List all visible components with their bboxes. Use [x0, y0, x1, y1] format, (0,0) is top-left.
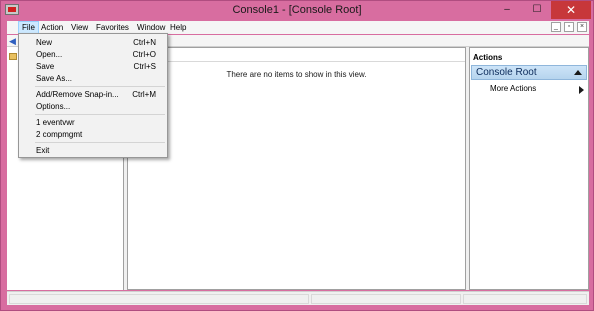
menu-item-label: Open... — [36, 50, 63, 59]
file-menu-new[interactable]: New Ctrl+N — [19, 37, 167, 48]
actions-section-header[interactable]: Console Root — [471, 65, 587, 80]
menu-item-label: Exit — [36, 146, 50, 155]
menu-item-label: New — [36, 38, 53, 47]
file-menu-save[interactable]: Save Ctrl+S — [19, 61, 167, 72]
menu-item-shortcut: Ctrl+M — [132, 90, 156, 99]
action-item-more-actions[interactable]: More Actions — [471, 84, 587, 96]
menu-separator — [35, 114, 165, 115]
menu-item-shortcut: Ctrl+O — [132, 50, 156, 59]
file-menu-open[interactable]: Open... Ctrl+O — [19, 49, 167, 60]
file-menu-save-as[interactable]: Save As... — [19, 73, 167, 84]
close-button[interactable]: ✕ — [551, 1, 591, 19]
empty-view-message: There are no items to show in this view. — [226, 70, 367, 79]
status-bar — [7, 291, 589, 305]
menu-separator — [35, 86, 165, 87]
folder-icon[interactable] — [9, 53, 17, 60]
results-header — [128, 48, 465, 62]
file-menu-recent-eventvwr[interactable]: 1 eventvwr — [19, 117, 167, 128]
mdi-close-button[interactable]: × — [577, 22, 587, 32]
mdi-restore-button[interactable]: ▫ — [564, 22, 574, 32]
menu-item-label: Save — [36, 62, 55, 71]
menu-item-label: Save As... — [36, 74, 73, 83]
status-segment — [311, 294, 461, 304]
results-pane[interactable]: There are no items to show in this view. — [127, 47, 466, 290]
actions-pane: Actions Console Root More Actions — [469, 47, 589, 290]
file-menu-options[interactable]: Options... — [19, 101, 167, 112]
status-segment — [9, 294, 309, 304]
back-arrow-icon[interactable]: ◀ — [9, 36, 16, 46]
mmc-window: Console1 - [Console Root] – ☐ ✕ File Act… — [0, 0, 594, 311]
menu-item-label: Options... — [36, 102, 71, 111]
submenu-arrow-icon — [579, 86, 584, 94]
file-menu-recent-compmgmt[interactable]: 2 compmgmt — [19, 129, 167, 140]
actions-pane-title: Actions — [473, 53, 503, 62]
mdi-minimize-button[interactable]: _ — [551, 22, 561, 32]
menu-item-label: Add/Remove Snap-in... — [36, 90, 119, 99]
menu-item-shortcut: Ctrl+S — [133, 62, 156, 71]
file-menu-add-remove-snap-in[interactable]: Add/Remove Snap-in... Ctrl+M — [19, 89, 167, 100]
menu-item-label: 1 eventvwr — [36, 118, 75, 127]
title-bar[interactable]: Console1 - [Console Root] – ☐ ✕ — [1, 1, 593, 20]
minimize-button[interactable]: – — [495, 1, 519, 19]
collapse-up-icon[interactable] — [574, 70, 582, 75]
action-item-label: More Actions — [490, 84, 537, 93]
menu-item-label: 2 compmgmt — [36, 130, 83, 139]
actions-section-label: Console Root — [476, 67, 537, 78]
menu-item-shortcut: Ctrl+N — [133, 38, 156, 47]
menu-separator — [35, 142, 165, 143]
file-dropdown-menu: New Ctrl+N Open... Ctrl+O Save Ctrl+S Sa… — [18, 33, 168, 158]
file-menu-exit[interactable]: Exit — [19, 145, 167, 156]
status-segment — [463, 294, 587, 304]
maximize-button[interactable]: ☐ — [525, 1, 549, 19]
menu-help[interactable]: Help — [167, 21, 189, 34]
